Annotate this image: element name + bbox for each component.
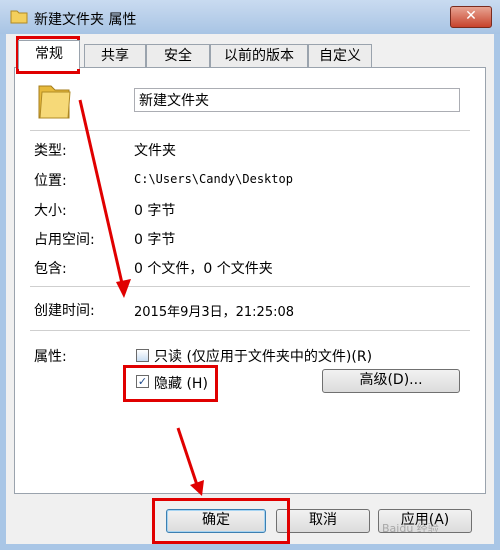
advanced-button-label: 高级(D)... [359, 372, 423, 388]
tab-general-label: 常规 [35, 46, 63, 62]
type-label: 类型: [34, 143, 67, 159]
readonly-label: 只读 (仅应用于文件夹中的文件)(R) [154, 349, 373, 365]
contains-label: 包含: [34, 261, 67, 277]
ok-button[interactable]: 确定 [166, 509, 266, 533]
close-icon: ✕ [465, 8, 477, 24]
general-tab-panel [14, 67, 486, 494]
tab-security[interactable]: 安全 [146, 44, 210, 67]
tab-previous-versions[interactable]: 以前的版本 [210, 44, 308, 67]
watermark: Baidu 经验 [382, 522, 439, 535]
hidden-label: 隐藏 (H) [154, 376, 208, 392]
separator [30, 286, 470, 287]
window-title: 新建文件夹 属性 [34, 12, 137, 28]
attributes-label: 属性: [34, 349, 67, 365]
separator [30, 130, 470, 131]
close-button[interactable]: ✕ [450, 6, 492, 28]
tab-customize-label: 自定义 [319, 48, 361, 64]
hidden-checkbox[interactable]: ✓ [136, 375, 149, 388]
tab-security-label: 安全 [164, 48, 192, 64]
tab-general[interactable]: 常规 [18, 40, 80, 69]
advanced-button[interactable]: 高级(D)... [322, 369, 460, 393]
size-label: 大小: [34, 203, 67, 219]
size-on-disk-label: 占用空间: [34, 232, 95, 248]
size-value: 0 字节 [134, 203, 176, 219]
cancel-button[interactable]: 取消 [276, 509, 370, 533]
tab-sharing-label: 共享 [101, 48, 129, 64]
folder-icon [10, 10, 28, 24]
tab-customize[interactable]: 自定义 [308, 44, 372, 67]
tab-previous-versions-label: 以前的版本 [224, 48, 294, 64]
separator [30, 330, 470, 331]
folder-icon [38, 85, 71, 119]
hidden-checkbox-row[interactable]: ✓ 隐藏 (H) [134, 373, 214, 392]
folder-name-input[interactable]: 新建文件夹 [134, 88, 460, 112]
contains-value: 0 个文件，0 个文件夹 [134, 261, 273, 277]
size-on-disk-value: 0 字节 [134, 232, 176, 248]
location-value: C:\Users\Candy\Desktop [134, 172, 293, 186]
created-label: 创建时间: [34, 303, 95, 319]
cancel-button-label: 取消 [309, 512, 337, 528]
location-label: 位置: [34, 173, 67, 189]
readonly-checkbox[interactable] [136, 349, 149, 362]
created-value: 2015年9月3日，21:25:08 [134, 305, 295, 320]
tab-sharing[interactable]: 共享 [84, 44, 146, 67]
type-value: 文件夹 [134, 143, 176, 159]
ok-button-label: 确定 [202, 512, 230, 528]
